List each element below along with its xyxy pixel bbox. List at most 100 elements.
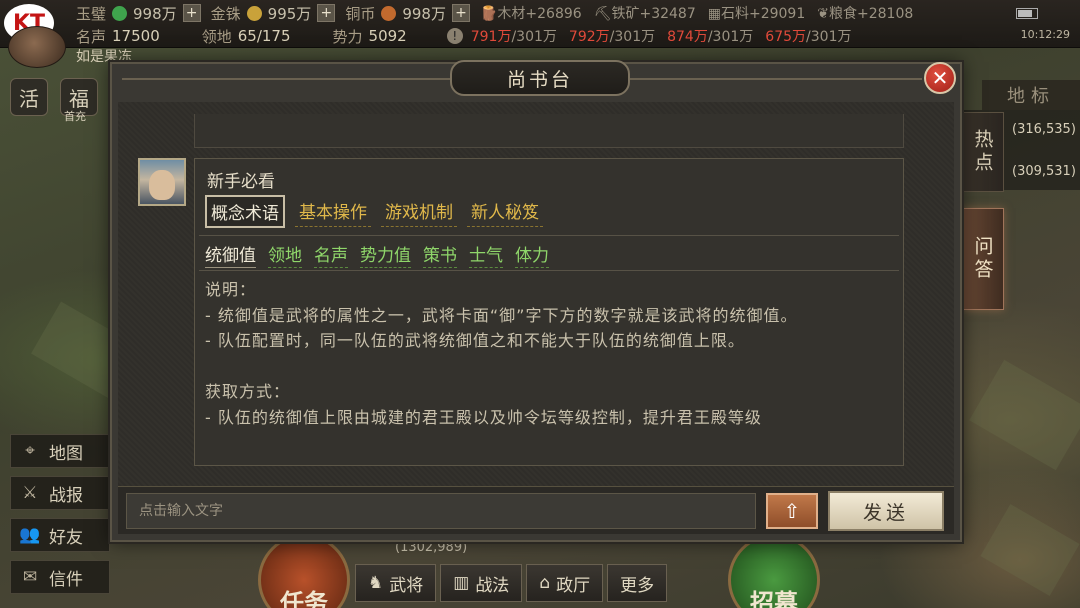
scroll-up-button[interactable]: ⇧	[766, 493, 818, 529]
grain-storage: 675万/301万	[765, 29, 852, 45]
battery-icon	[1016, 8, 1038, 19]
clock: 10:12:29	[1020, 28, 1070, 41]
add-copper-button[interactable]: +	[451, 4, 470, 22]
map-terrain	[969, 359, 1080, 471]
gold-coin-icon	[246, 5, 262, 21]
fame-label: 名声	[76, 27, 107, 46]
friends-icon: 👥	[19, 525, 41, 545]
power-label: 势力	[332, 27, 363, 46]
jade-coin-icon	[112, 5, 128, 21]
gold-label: 金铢	[210, 4, 241, 23]
send-button[interactable]: 发送	[828, 491, 944, 531]
message-title: 新手必看	[207, 172, 275, 192]
power-value: 5092	[368, 27, 407, 45]
term-tabs: 统御值 领地 名声 势力值 策书 士气 体力	[205, 241, 549, 268]
body-line: 获取方式：	[205, 382, 291, 401]
copper-value: 998万	[402, 4, 446, 23]
message-input[interactable]: 点击输入文字	[126, 493, 756, 529]
nav-more[interactable]: 更多	[607, 564, 668, 602]
swords-icon: ⚔	[22, 483, 38, 503]
side-menu-battle-report[interactable]: ⚔ 战报	[10, 476, 110, 510]
side-menu-map[interactable]: ⌖ 地图	[10, 434, 110, 468]
gold-value: 995万	[267, 4, 312, 23]
warning-icon[interactable]: !	[446, 28, 463, 44]
shangshutai-dialog: 尚书台 ✕ 新手必看 概念术语 基本操作 游戏机制 新人秘笈 统御值 领地 名声…	[110, 60, 962, 542]
jade-value: 998万	[133, 4, 177, 23]
category-tab-concepts[interactable]: 概念术语	[205, 194, 285, 228]
location-coordinates: (1302,989)	[395, 540, 468, 555]
advisor-avatar	[138, 158, 186, 206]
divider	[199, 235, 899, 236]
chat-input-bar: 点击输入文字 ⇧ 发送	[118, 486, 954, 534]
arrow-up-icon: ⇧	[783, 499, 801, 523]
body-line: - 队伍的统御值上限由城建的君王殿以及帅令坛等级控制，提升君王殿等级	[205, 407, 762, 427]
close-button[interactable]: ✕	[924, 62, 956, 94]
side-menu-mail[interactable]: ✉ 信件	[10, 560, 110, 594]
close-icon: ✕	[931, 66, 949, 90]
body-line: - 统御值是武将的属性之一，武将卡面“御”字下方的数字就是该武将的统御值。	[205, 305, 798, 325]
message-card: 新手必看 概念术语 基本操作 游戏机制 新人秘笈 统御值 领地 名声 势力值 策…	[194, 158, 904, 466]
category-tab-basic-ops[interactable]: 基本操作	[295, 195, 371, 227]
divider	[199, 270, 899, 271]
body-line: - 队伍配置时，同一队伍的武将统御值之和不能大于队伍的统御值上限。	[205, 331, 745, 350]
fame-value: 17500	[112, 27, 160, 45]
copper-coin-icon	[381, 5, 397, 21]
stone-income: ▦石料+29091	[707, 6, 806, 22]
landmark-coord-1[interactable]: (316,535)	[1012, 122, 1076, 137]
wood-storage: 791万/301万	[470, 29, 557, 45]
mail-icon: ✉	[22, 567, 38, 587]
landmark-coord-2[interactable]: (309,531)	[1012, 164, 1076, 179]
player-avatar[interactable]	[8, 26, 66, 68]
resource-top-bar: KT 玉璧 998万 + 金铢 995万 + 铜币 998万 + 🪵木材+268…	[0, 0, 1080, 48]
jade-label: 玉璧	[76, 4, 107, 23]
nav-government-hall[interactable]: ⌂ 政厅	[526, 564, 604, 602]
stone-storage: 874万/301万	[667, 29, 754, 45]
category-tab-mechanics[interactable]: 游戏机制	[381, 195, 457, 227]
nav-tactics[interactable]: ▥ 战法	[440, 564, 523, 602]
landmark-tab[interactable]: 地标	[982, 80, 1080, 110]
grain-income: ❦粮食+28108	[817, 6, 914, 22]
explanation-text: 说明： - 统御值是武将的属性之一，武将卡面“御”字下方的数字就是该武将的统御值…	[205, 277, 895, 461]
add-gold-button[interactable]: +	[317, 4, 336, 22]
territory-value: 65/175	[237, 27, 291, 45]
title-rule-left	[122, 78, 452, 80]
term-tab-strategy-book[interactable]: 策书	[423, 241, 457, 268]
map-terrain	[980, 504, 1080, 596]
term-tab-territory[interactable]: 领地	[268, 241, 302, 268]
term-tab-morale[interactable]: 士气	[469, 241, 503, 268]
term-tab-power[interactable]: 势力值	[360, 241, 411, 268]
term-tab-stamina[interactable]: 体力	[515, 241, 549, 268]
tab-qa[interactable]: 问答	[962, 208, 1004, 310]
tactics-icon: ▥	[453, 573, 470, 593]
map-icon: ⌖	[25, 441, 35, 461]
dialog-content: 新手必看 概念术语 基本操作 游戏机制 新人秘笈 统御值 领地 名声 势力值 策…	[118, 102, 954, 488]
currency-row: 玉璧 998万 + 金铢 995万 + 铜币 998万 + 🪵木材+26896 …	[76, 2, 925, 24]
wood-income: 🪵木材+26896	[479, 6, 582, 22]
territory-label: 领地	[201, 27, 232, 46]
copper-label: 铜币	[345, 4, 376, 23]
hall-icon: ⌂	[539, 573, 551, 593]
title-rule-right	[628, 78, 922, 80]
iron-income: ⛏铁矿+32487	[593, 6, 696, 22]
stats-row: 名声 17500 领地 65/175 势力 5092 ! 791万/301万 7…	[76, 25, 863, 47]
body-line: 说明：	[205, 280, 257, 299]
category-tabs: 概念术语 基本操作 游戏机制 新人秘笈	[205, 194, 543, 228]
add-jade-button[interactable]: +	[182, 4, 201, 22]
dialog-title: 尚书台	[450, 60, 630, 96]
currency-gold: 金铢 995万 +	[211, 3, 336, 24]
general-icon: ♞	[368, 573, 384, 593]
side-menu-friends[interactable]: 👥 好友	[10, 518, 110, 552]
previous-message	[194, 114, 904, 148]
first-charge-label: 首充	[64, 110, 86, 123]
tab-hot-topics[interactable]: 热点	[962, 112, 1004, 192]
category-tab-tips[interactable]: 新人秘笈	[467, 195, 543, 227]
activity-button[interactable]: 活	[10, 78, 48, 116]
iron-storage: 792万/301万	[568, 29, 656, 45]
term-tab-command[interactable]: 统御值	[205, 241, 256, 268]
advisor-face	[149, 170, 175, 200]
body-line	[205, 354, 895, 380]
currency-copper: 铜币 998万 +	[345, 3, 470, 24]
bottom-nav: ♞ 武将 ▥ 战法 ⌂ 政厅 更多	[355, 564, 668, 602]
nav-generals[interactable]: ♞ 武将	[355, 564, 437, 602]
term-tab-fame[interactable]: 名声	[314, 241, 348, 268]
